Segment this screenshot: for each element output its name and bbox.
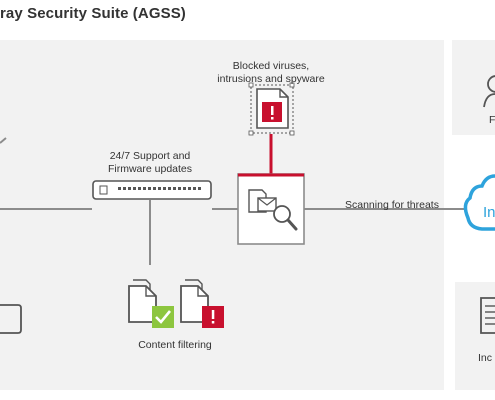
cloud-partial-label: In: [483, 204, 495, 221]
cloud-icon: [463, 174, 495, 231]
file-check-icon: [128, 279, 174, 328]
content-filtering-label: Content filtering: [138, 339, 212, 351]
file-blocked-icon: [180, 279, 224, 328]
document-icon: [480, 297, 495, 334]
firewall-appliance-icon: [92, 180, 212, 200]
scanning-label: Scanning for threats: [345, 199, 439, 211]
person-icon: [483, 75, 495, 108]
right-top-partial-label: F: [489, 114, 495, 126]
blocked-file-icon: [248, 82, 295, 136]
mail-scan-icon: [237, 173, 305, 245]
monitor-icon: [0, 304, 22, 334]
support-label: 24/7 Support and Firmware updates: [107, 150, 193, 175]
blocked-label: Blocked viruses, intrusions and spyware: [217, 60, 325, 85]
right-bottom-partial-label: Inc: [478, 352, 493, 364]
